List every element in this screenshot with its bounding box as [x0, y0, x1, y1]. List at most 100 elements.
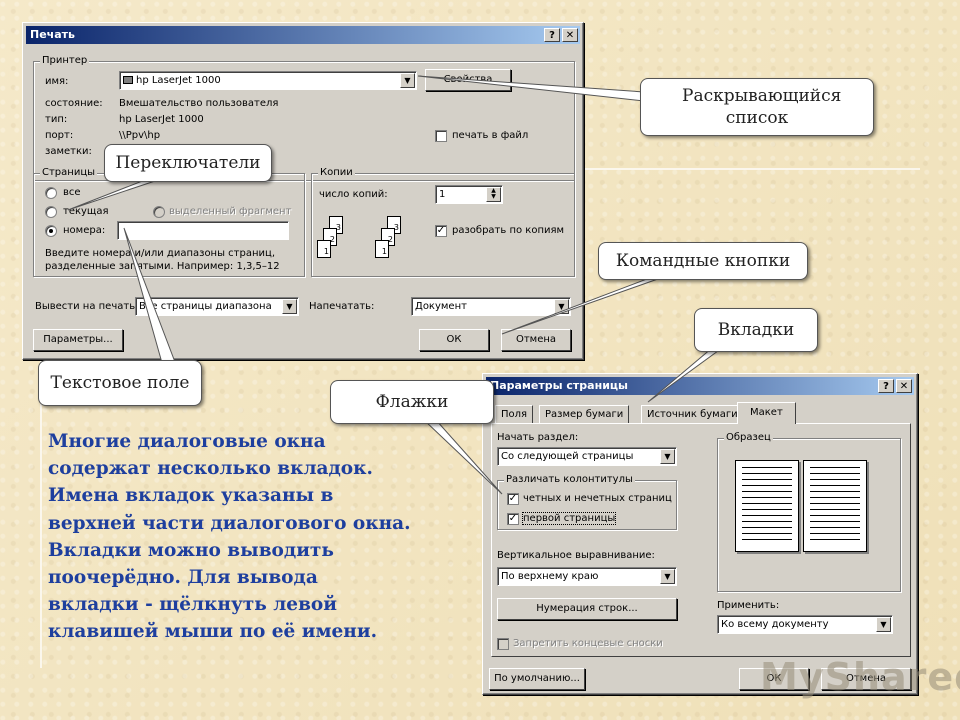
radio-all-label[interactable]: все: [63, 187, 81, 198]
sample-page-left: [735, 460, 799, 552]
callout-dropdown: Раскрывающийся список: [640, 78, 874, 136]
sample-group-caption: Образец: [724, 432, 773, 443]
ok-button[interactable]: ОК: [419, 329, 489, 351]
printer-group-caption: Принтер: [40, 55, 90, 66]
callout-switches: Переключатели: [104, 144, 272, 182]
apply-dropdown[interactable]: Ко всему документу ▼: [717, 615, 893, 634]
type-value: hp LaserJet 1000: [119, 114, 204, 125]
copies-group-caption: Копии: [318, 167, 355, 178]
pages-group-caption: Страницы: [40, 167, 98, 178]
help-button[interactable]: ?: [878, 379, 894, 393]
radio-numbers[interactable]: [45, 225, 57, 237]
type-label: тип:: [45, 114, 68, 125]
description-line: верхней части диалогового окна.: [48, 512, 411, 534]
radio-selection-label[interactable]: выделенный фрагмент: [169, 206, 291, 217]
callout-tabs: Вкладки: [694, 308, 818, 352]
first-page-label[interactable]: первой страницы: [521, 512, 617, 525]
collate-checkbox[interactable]: ✓: [435, 225, 447, 237]
callout-text-field: Текстовое поле: [38, 360, 202, 406]
print-dialog: Печать ? ✕ Принтер имя: hp LaserJet 1000…: [22, 22, 584, 360]
status-value: Вмешательство пользователя: [119, 98, 279, 109]
options-button[interactable]: Параметры...: [33, 329, 123, 351]
printer-name-label: имя:: [45, 76, 69, 87]
printer-name-value: hp LaserJet 1000: [136, 75, 221, 86]
properties-button[interactable]: Свойства: [425, 69, 511, 91]
description-line: поочерёдно. Для вывода: [48, 567, 318, 589]
port-value: \\Ppv\hp: [119, 130, 161, 141]
apply-label: Применить:: [717, 600, 780, 611]
chevron-down-icon[interactable]: ▼: [660, 449, 675, 464]
radio-numbers-label[interactable]: номера:: [63, 225, 105, 236]
endnotes-checkbox[interactable]: [497, 638, 509, 650]
tab-layout[interactable]: Макет: [737, 402, 796, 424]
page-setup-titlebar: Параметры страницы ? ✕: [486, 377, 914, 395]
print-what-label: Вывести на печать:: [35, 301, 139, 312]
printer-name-dropdown[interactable]: hp LaserJet 1000 ▼: [119, 71, 417, 90]
port-label: порт:: [45, 130, 74, 141]
copies-spinner[interactable]: 1 ▲ ▼: [435, 185, 503, 204]
page-numbers-input[interactable]: [117, 221, 289, 240]
description-line: содержат несколько вкладок.: [48, 458, 373, 480]
chevron-down-icon[interactable]: ▼: [554, 299, 569, 314]
section-start-value: Со следующей страницы: [501, 451, 634, 462]
valign-value: По верхнему краю: [501, 571, 599, 582]
radio-current-label[interactable]: текущая: [63, 206, 109, 217]
chevron-down-icon[interactable]: ▼: [876, 617, 891, 632]
print-to-file-checkbox[interactable]: [435, 130, 447, 142]
print-label: Напечатать:: [309, 301, 375, 312]
close-button[interactable]: ✕: [562, 28, 578, 42]
headers-group-caption: Различать колонтитулы: [504, 474, 635, 485]
description-line: вкладки - щёлкнуть левой: [48, 594, 337, 616]
chevron-down-icon[interactable]: ▼: [400, 73, 415, 88]
collate-label[interactable]: разобрать по копиям: [452, 225, 564, 236]
endnotes-label[interactable]: Запретить концевые сноски: [513, 638, 663, 649]
tab-paper-source[interactable]: Источник бумаги: [641, 405, 744, 423]
section-start-dropdown[interactable]: Со следующей страницы ▼: [497, 447, 677, 466]
help-button[interactable]: ?: [544, 28, 560, 42]
radio-all[interactable]: [45, 187, 57, 199]
apply-value: Ко всему документу: [721, 619, 829, 630]
callout-command-buttons: Командные кнопки: [598, 242, 808, 280]
valign-label: Вертикальное выравнивание:: [497, 550, 655, 561]
odd-even-checkbox[interactable]: ✓: [507, 493, 519, 505]
print-what-value: Все страницы диапазона: [139, 301, 272, 312]
valign-dropdown[interactable]: По верхнему краю ▼: [497, 567, 677, 586]
section-start-label: Начать раздел:: [497, 432, 579, 443]
radio-current[interactable]: [45, 206, 57, 218]
print-to-file-label[interactable]: печать в файл: [452, 130, 528, 141]
print-what-dropdown[interactable]: Все страницы диапазона ▼: [135, 297, 299, 316]
print-dropdown[interactable]: Документ ▼: [411, 297, 571, 316]
first-page-checkbox[interactable]: ✓: [507, 513, 519, 525]
description-line: клавишей мыши по её имени.: [48, 621, 378, 643]
page-icon: 1: [317, 240, 331, 258]
tab-paper-size[interactable]: Размер бумаги: [539, 405, 630, 423]
page-setup-dialog: Параметры страницы ? ✕ Поля Размер бумаг…: [482, 373, 918, 695]
cancel-button[interactable]: Отмена: [501, 329, 571, 351]
chevron-down-icon[interactable]: ▼: [660, 569, 675, 584]
chevron-down-icon[interactable]: ▼: [282, 299, 297, 314]
page-icon: 1: [375, 240, 389, 258]
line-numbers-button[interactable]: Нумерация строк...: [497, 598, 677, 620]
print-dialog-title: Печать: [30, 28, 75, 41]
status-label: состояние:: [45, 98, 103, 109]
close-button[interactable]: ✕: [896, 379, 912, 393]
notes-label: заметки:: [45, 146, 92, 157]
sample-page-right: [803, 460, 867, 552]
description-line: Имена вкладок указаны в: [48, 485, 334, 507]
tab-strip: Поля Размер бумаги Источник бумаги Макет: [491, 402, 911, 425]
tab-margins[interactable]: Поля: [495, 405, 534, 423]
copies-label: число копий:: [319, 189, 388, 200]
description-line: Многие диалоговые окна: [48, 431, 326, 452]
description-text: Многие диалоговые окна содержат нескольк…: [48, 428, 448, 646]
radio-selection[interactable]: [153, 206, 165, 218]
print-value: Документ: [415, 301, 467, 312]
printer-icon: [123, 76, 133, 84]
page-setup-title: Параметры страницы: [490, 379, 629, 392]
default-button[interactable]: По умолчанию...: [489, 668, 585, 690]
copies-value: 1: [439, 189, 446, 200]
spin-arrows-icon[interactable]: ▲ ▼: [486, 187, 501, 202]
watermark: MyShared: [760, 655, 960, 699]
odd-even-label[interactable]: четных и нечетных страниц: [523, 493, 672, 504]
page-range-hint: Введите номера и/или диапазоны страниц, …: [45, 248, 280, 272]
description-line: Вкладки можно выводить: [48, 539, 334, 561]
